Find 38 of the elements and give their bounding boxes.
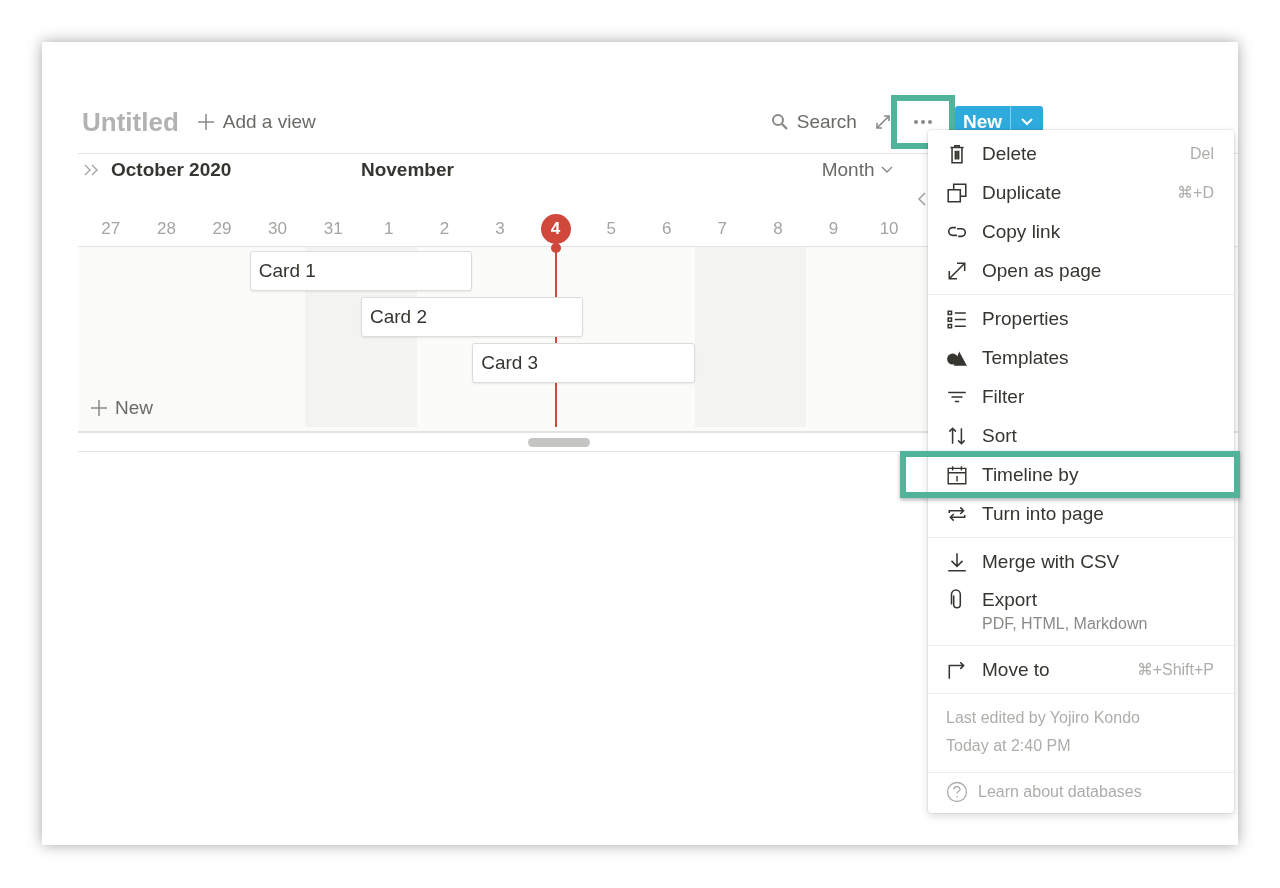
day-label: 27 [100,219,122,239]
day-label: 28 [155,219,177,239]
day-label: 3 [494,219,506,239]
day-label: 6 [661,219,673,239]
day-label: 30 [267,219,289,239]
menu-item[interactable]: Delete Del [928,134,1234,173]
menu-item[interactable]: Properties [928,299,1234,338]
view-title: Untitled [82,106,179,138]
menu-item[interactable]: Merge with CSV [928,542,1234,581]
menu-item[interactable]: Move to ⌘+Shift+P [928,650,1234,689]
timeline-card[interactable]: Card 2 [360,297,584,337]
new-item-button[interactable]: New [83,389,306,427]
menu-item[interactable]: Copy link [928,212,1234,251]
menu-item[interactable]: Sort [928,416,1234,455]
timeline-card[interactable]: Card 1 [249,251,473,291]
edited-time-text: Today at 2:40 PM [946,736,1072,756]
day-label: 1 [383,219,395,239]
add-view-button[interactable]: Add a view [196,111,316,133]
menu-item[interactable]: Filter [928,377,1234,416]
day-label: 2 [438,219,451,239]
month-label: November [360,159,455,181]
day-label: 7 [716,219,729,239]
search-button[interactable]: Search [764,111,863,133]
timeline-card[interactable]: Card 3 [472,343,695,383]
menu-item[interactable]: Turn into page [928,494,1234,533]
menu-item[interactable]: Duplicate ⌘+D [928,173,1234,212]
menu-item[interactable]: Open as page [928,251,1234,290]
today-date-marker: 4 [540,214,571,244]
day-label: 29 [211,219,233,239]
day-label: 8 [772,219,784,239]
last-edited-text: Last edited by Yojiro Kondo [946,708,1141,728]
day-label: 10 [878,219,900,239]
menu-item[interactable]: Templates [928,338,1234,377]
day-label: 5 [605,219,617,239]
day-label: 31 [322,219,344,239]
menu-item[interactable]: Export PDF, HTML, Markdown [928,581,1234,641]
month-label: October 2020 [111,159,232,181]
day-label: 9 [827,219,840,239]
